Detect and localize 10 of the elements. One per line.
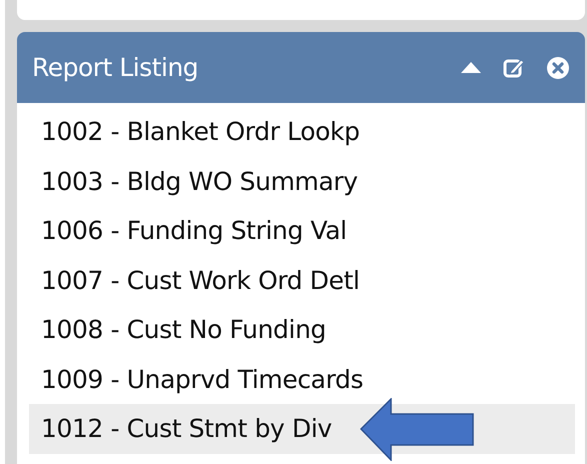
panel-title: Report Listing bbox=[32, 53, 200, 82]
report-item[interactable]: 1003 - Bldg WO Summary bbox=[29, 156, 575, 206]
edit-icon[interactable] bbox=[503, 56, 525, 78]
report-item[interactable]: 1006 - Funding String Val bbox=[29, 206, 575, 256]
report-item[interactable]: 1002 - Blanket Ordr Lookp bbox=[29, 107, 575, 156]
report-item[interactable]: 1009 - Unaprvd Timecards bbox=[29, 354, 575, 404]
collapse-icon[interactable] bbox=[461, 60, 481, 75]
report-item[interactable]: 1007 - Cust Work Ord Detl bbox=[29, 256, 575, 305]
report-item[interactable]: 1008 - Cust No Funding bbox=[29, 305, 575, 354]
close-icon[interactable] bbox=[547, 56, 569, 78]
